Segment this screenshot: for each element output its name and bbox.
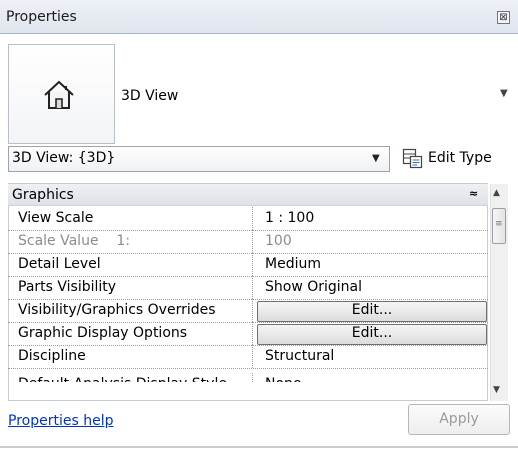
house-icon (44, 80, 74, 109)
property-name: View Scale (8, 207, 253, 230)
group-header-graphics[interactable] (8, 184, 488, 206)
chevron-down-icon[interactable]: ▼ (372, 153, 380, 164)
discipline-field[interactable]: Structural (259, 345, 488, 368)
view-scale-field[interactable]: 1 : 100 (259, 207, 488, 230)
properties-help-link[interactable]: Properties help (8, 413, 113, 429)
panel-title: Properties (6, 9, 77, 25)
property-row-discipline: Discipline Structural (8, 345, 488, 369)
property-name: Parts Visibility (8, 276, 253, 299)
property-row-view-scale: View Scale 1 : 100 (8, 207, 488, 231)
property-name: Visibility/Graphics Overrides (8, 299, 253, 322)
property-name: Graphic Display Options (8, 322, 253, 345)
panel-bottom-divider (0, 446, 518, 448)
instance-filter-value: 3D View: {3D} (12, 150, 116, 166)
apply-button[interactable]: Apply (408, 404, 510, 435)
type-name-label: 3D View (121, 88, 179, 104)
scroll-down-arrow-icon[interactable]: ▼ (493, 385, 500, 395)
edit-visibility-overrides-button[interactable]: Edit... (257, 301, 487, 322)
property-row-visibility-graphics-overrides: Visibility/Graphics Overrides Edit... (8, 299, 488, 323)
scale-value-field: 100 (265, 233, 292, 249)
type-dropdown-arrow-icon[interactable]: ▼ (500, 88, 508, 99)
edit-graphic-display-options-button[interactable]: Edit... (257, 324, 487, 345)
group-header-label: Graphics (12, 187, 74, 203)
close-panel-button[interactable]: ⊠ (497, 11, 510, 24)
property-name: Detail Level (8, 253, 253, 276)
property-row-detail-level: Detail Level Medium (8, 253, 488, 277)
property-row-graphic-display-options: Graphic Display Options Edit... (8, 322, 488, 346)
collapse-group-icon[interactable]: ≈ (469, 187, 478, 200)
parts-visibility-field[interactable]: Show Original (259, 276, 488, 299)
property-name: Discipline (8, 345, 253, 368)
properties-title-bar (0, 0, 518, 34)
detail-level-field[interactable]: Medium (259, 253, 488, 276)
scrollbar-grip-icon: ≡ (495, 219, 503, 229)
property-row-parts-visibility: Parts Visibility Show Original (8, 276, 488, 300)
property-row-scale-value: Scale Value 1: 100 (8, 230, 488, 254)
edit-type-icon (402, 148, 423, 169)
edit-type-label: Edit Type (428, 150, 492, 166)
property-name: Scale Value 1: (8, 230, 253, 253)
scroll-up-arrow-icon[interactable]: ▲ (493, 188, 500, 198)
